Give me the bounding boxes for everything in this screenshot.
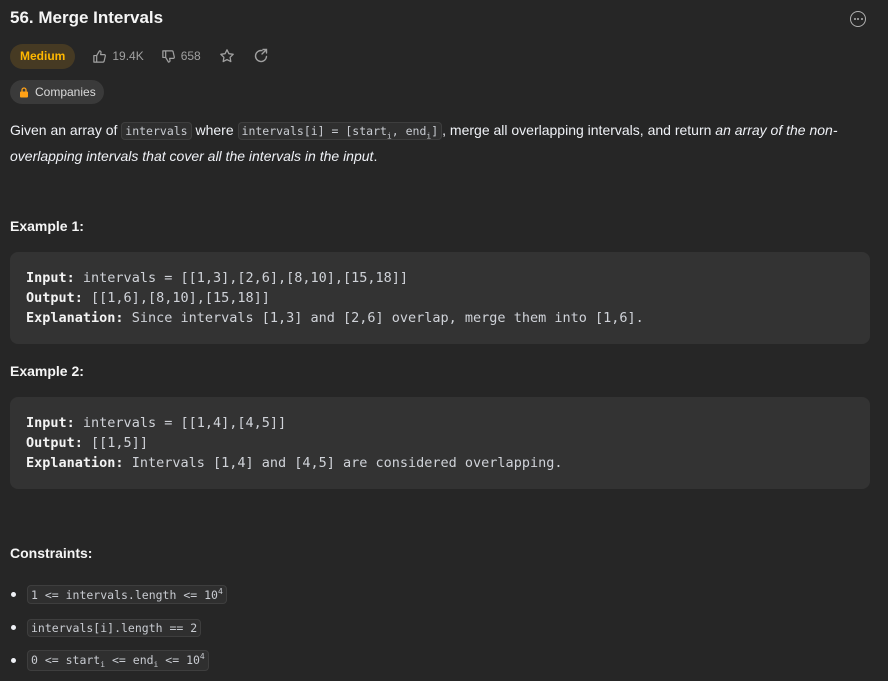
example-1-block: Input: intervals = [[1,3],[2,6],[8,10],[… <box>10 252 870 344</box>
explanation-value: Intervals [1,4] and [4,5] are considered… <box>131 455 563 471</box>
code-part: <= 10 <box>158 652 200 667</box>
like-count: 19.4K <box>112 49 144 63</box>
list-item: intervals[i].length == 2 <box>10 611 870 644</box>
code-part: 0 <= start <box>31 652 101 667</box>
difficulty-badge: Medium <box>10 43 76 69</box>
constraints-heading: Constraints: <box>10 545 93 561</box>
input-value: intervals = [[1,3],[2,6],[8,10],[15,18]] <box>82 270 409 286</box>
code-sup: 4 <box>199 651 205 661</box>
bullet <box>11 592 16 597</box>
desc-text: Given an array of <box>10 122 122 138</box>
inline-code-intervals: intervals <box>121 122 192 140</box>
example-2-output: Output: [[1,5]] <box>26 433 854 453</box>
example-1-heading: Example 1: <box>10 218 84 234</box>
example-1-output: Output: [[1,6],[8,10],[15,18]] <box>26 288 854 308</box>
constraint-code: 0 <= starti <= endi <= 104 <box>27 649 209 672</box>
share-button[interactable] <box>253 48 269 64</box>
example-2-explanation: Explanation: Intervals [1,4] and [4,5] a… <box>26 453 854 473</box>
example-2-block: Input: intervals = [[1,4],[4,5]] Output:… <box>10 397 870 489</box>
output-label: Output: <box>26 290 83 306</box>
lock-icon <box>20 86 28 97</box>
list-item: 0 <= starti <= endi <= 104 <box>10 644 870 677</box>
code-part: 1 <= intervals.length <= 10 <box>31 587 218 602</box>
example-1-explanation: Explanation: Since intervals [1,3] and [… <box>26 308 854 328</box>
code-part: <= end <box>105 652 154 667</box>
output-value: [[1,6],[8,10],[15,18]] <box>91 290 270 306</box>
output-value: [[1,5]] <box>91 435 148 451</box>
favorite-button[interactable] <box>219 48 235 64</box>
input-label: Input: <box>26 270 75 286</box>
constraints-list: 1 <= intervals.length <= 104 intervals[i… <box>10 578 870 677</box>
desc-text: where <box>191 122 238 138</box>
thumbs-down-icon <box>161 49 175 63</box>
like-button[interactable]: 19.4K <box>92 49 144 64</box>
example-2-heading: Example 2: <box>10 363 84 379</box>
code-part: ] <box>431 124 439 138</box>
dislike-count: 658 <box>180 49 201 63</box>
desc-text: , merge all overlapping intervals, and r… <box>442 122 716 138</box>
thumbs-up-icon <box>93 49 107 63</box>
example-2-input: Input: intervals = [[1,4],[4,5]] <box>26 413 854 433</box>
explanation-label: Explanation: <box>26 455 124 471</box>
bullet <box>11 625 16 630</box>
problem-description: Given an array of intervals where interv… <box>10 120 872 167</box>
example-1-input: Input: intervals = [[1,3],[2,6],[8,10],[… <box>26 268 854 288</box>
problem-meta-row: Medium 19.4K 658 <box>10 43 269 69</box>
code-part: intervals[i] = [start <box>241 124 387 138</box>
star-icon <box>219 49 234 63</box>
bullet <box>11 658 16 663</box>
constraint-code: intervals[i].length == 2 <box>27 618 202 637</box>
dislike-button[interactable]: 658 <box>161 49 201 64</box>
code-sup: 4 <box>217 587 223 597</box>
explanation-value: Since intervals [1,3] and [2,6] overlap,… <box>131 310 644 326</box>
share-icon <box>254 48 267 63</box>
explanation-label: Explanation: <box>26 310 124 326</box>
output-label: Output: <box>26 435 83 451</box>
input-label: Input: <box>26 415 75 431</box>
code-part: , end <box>391 124 427 138</box>
input-value: intervals = [[1,4],[4,5]] <box>82 415 287 431</box>
title-row: 56. Merge Intervals <box>10 7 868 31</box>
constraint-code: 1 <= intervals.length <= 104 <box>27 585 227 604</box>
more-options-icon[interactable] <box>850 11 866 27</box>
companies-tag[interactable]: Companies <box>10 80 104 104</box>
desc-text: . <box>373 148 378 165</box>
list-item: 1 <= intervals.length <= 104 <box>10 578 870 611</box>
companies-label: Companies <box>35 85 96 99</box>
inline-code-interval-definition: intervals[i] = [starti, endi] <box>237 122 443 140</box>
problem-title[interactable]: 56. Merge Intervals <box>10 8 163 27</box>
